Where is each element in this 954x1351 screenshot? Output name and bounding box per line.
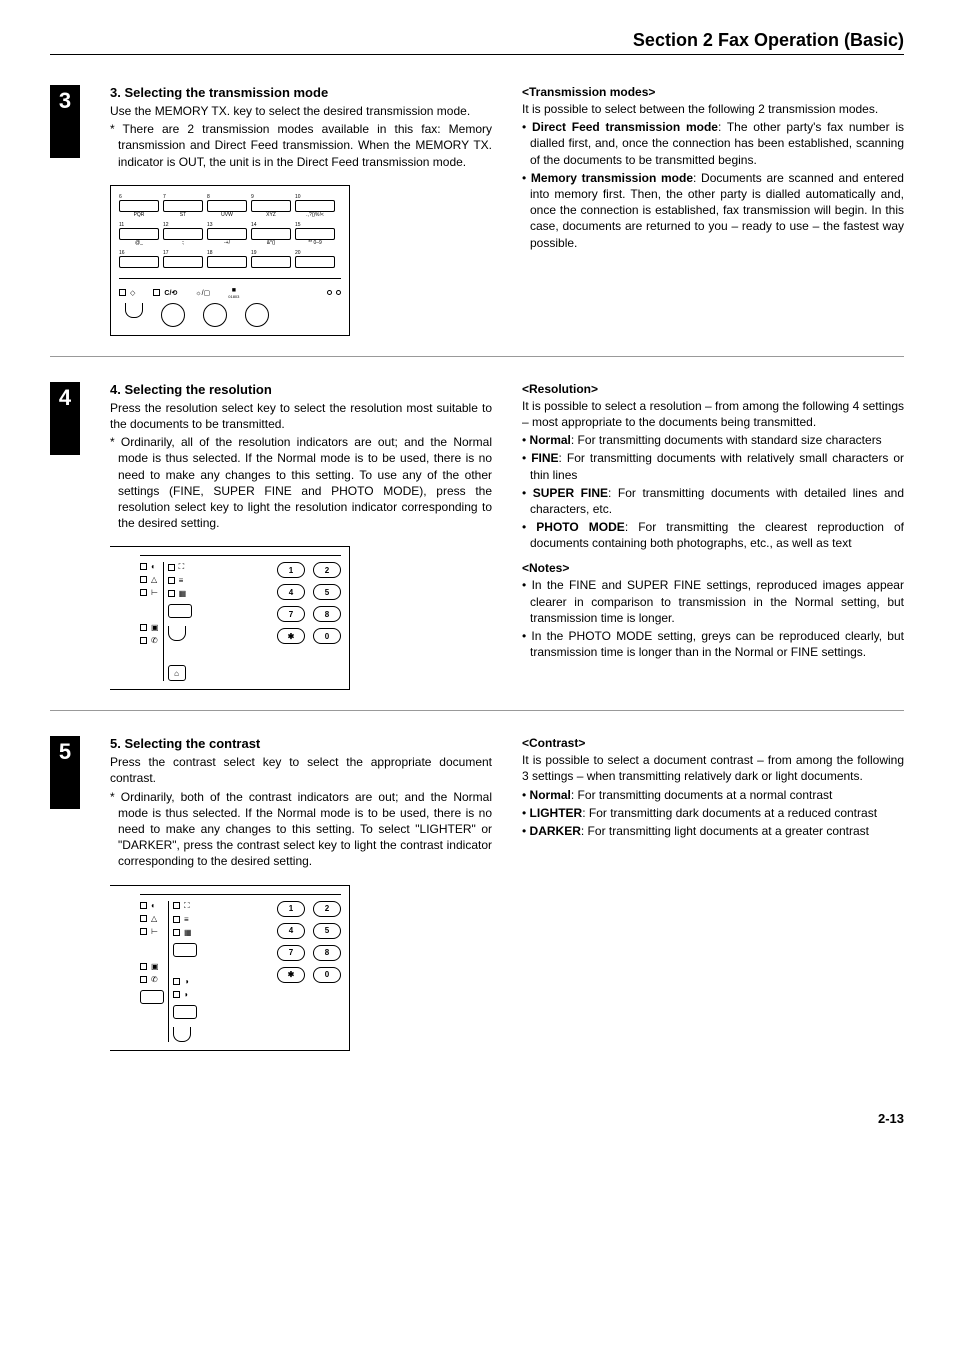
step3-right: <Transmission modes> It is possible to s… xyxy=(522,85,904,336)
resolution-heading: <Resolution> xyxy=(522,382,904,396)
step4-title: 4. Selecting the resolution xyxy=(110,382,492,397)
step5-right: <Contrast> It is possible to select a do… xyxy=(522,736,904,1050)
step4-notes: • In the FINE and SUPER FINE settings, r… xyxy=(522,577,904,660)
section-header: Section 2 Fax Operation (Basic) xyxy=(50,30,904,55)
step4-body: Press the resolution select key to selec… xyxy=(110,400,492,432)
resolution-panel-illustration: ◐ △ ⊢ ▣ ✆ ⛶ ≡ ▦ ⌂ 12 4 xyxy=(110,546,350,690)
step5-right-intro: It is possible to select a document cont… xyxy=(522,752,904,784)
step-number: 3 xyxy=(50,85,80,158)
contrast-heading: <Contrast> xyxy=(522,736,904,750)
step4-bullets: • Normal: For transmitting documents wit… xyxy=(522,432,904,551)
step5-left: 5. Selecting the contrast Press the cont… xyxy=(110,736,492,1050)
step-number: 4 xyxy=(50,382,80,455)
step3-bullets: • Direct Feed transmission mode: The oth… xyxy=(522,119,904,251)
keypad-illustration: 6PQR 7ST 8UVW 9XYZ 10.,?()%!< 11@_ 12:; … xyxy=(110,185,350,336)
step3-body: Use the MEMORY TX. key to select the des… xyxy=(110,103,492,119)
page-number: 2-13 xyxy=(50,1111,904,1126)
step-3: 3 3. Selecting the transmission mode Use… xyxy=(50,85,904,357)
step-number: 5 xyxy=(50,736,80,809)
step4-right-intro: It is possible to select a resolution – … xyxy=(522,398,904,430)
step-4: 4 4. Selecting the resolution Press the … xyxy=(50,382,904,712)
step5-body: Press the contrast select key to select … xyxy=(110,754,492,786)
step3-left: 3. Selecting the transmission mode Use t… xyxy=(110,85,492,336)
step4-note: * Ordinarily, all of the resolution indi… xyxy=(110,434,492,531)
contrast-panel-illustration: ◐ △ ⊢ ▣ ✆ ⛶ ≡ ▦ ◑ ◗ xyxy=(110,885,350,1051)
step3-right-intro: It is possible to select between the fol… xyxy=(522,101,904,117)
step-5: 5 5. Selecting the contrast Press the co… xyxy=(50,736,904,1070)
step4-left: 4. Selecting the resolution Press the re… xyxy=(110,382,492,691)
notes-heading: <Notes> xyxy=(522,561,904,575)
step4-right: <Resolution> It is possible to select a … xyxy=(522,382,904,691)
transmission-modes-heading: <Transmission modes> xyxy=(522,85,904,99)
step3-title: 3. Selecting the transmission mode xyxy=(110,85,492,100)
step5-title: 5. Selecting the contrast xyxy=(110,736,492,751)
step3-note: * There are 2 transmission modes availab… xyxy=(110,121,492,170)
step5-bullets: • Normal: For transmitting documents at … xyxy=(522,787,904,840)
step5-note: * Ordinarily, both of the contrast indic… xyxy=(110,789,492,870)
